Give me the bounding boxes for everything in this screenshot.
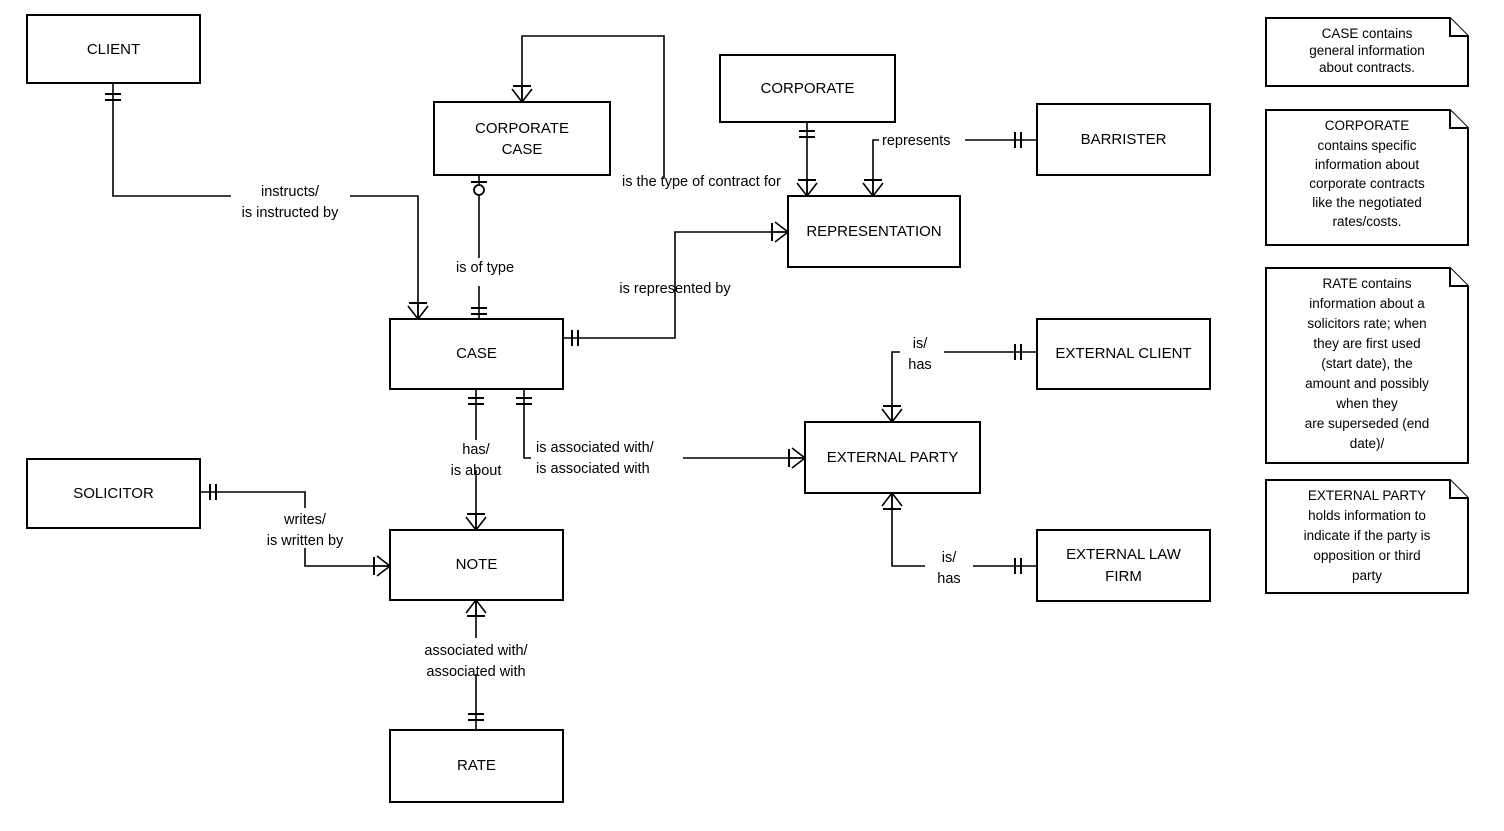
- rel-label-associated-with-line2: associated with: [426, 664, 525, 680]
- note-rate-line-2: solicitors rate; when: [1307, 316, 1426, 331]
- note-rate-line-6: when they: [1335, 396, 1398, 411]
- note-rate-line-4: (start date), the: [1321, 356, 1413, 371]
- er-diagram-canvas: CLIENT CORPORATE CASE CORPORATE BARRISTE…: [0, 0, 1504, 831]
- rel-label-ep-client-is-has-line1: is/: [913, 336, 928, 352]
- entities-layer: CLIENT CORPORATE CASE CORPORATE BARRISTE…: [26, 14, 1211, 803]
- entity-rate-label: RATE: [457, 757, 496, 774]
- note-external-party-line-2: indicate if the party is: [1304, 528, 1431, 543]
- entity-representation-label: REPRESENTATION: [806, 223, 941, 240]
- note-corporate-line-0: CORPORATE: [1325, 118, 1410, 133]
- entity-representation[interactable]: REPRESENTATION: [787, 195, 961, 268]
- entity-external-law-firm-label-line2: FIRM: [1105, 568, 1142, 585]
- entity-rate[interactable]: RATE: [389, 729, 564, 803]
- entity-note[interactable]: NOTE: [389, 529, 564, 601]
- note-rate[interactable]: RATE contains information about a solici…: [1265, 267, 1469, 464]
- note-case[interactable]: CASE contains general information about …: [1265, 17, 1469, 87]
- note-external-party-line-0: EXTERNAL PARTY: [1308, 488, 1426, 503]
- rel-label-instructs: instructs/ is instructed by: [242, 184, 339, 221]
- entity-external-client[interactable]: EXTERNAL CLIENT: [1036, 318, 1211, 390]
- entity-note-label: NOTE: [456, 556, 498, 573]
- entity-solicitor-label: SOLICITOR: [73, 485, 154, 502]
- entity-external-party[interactable]: EXTERNAL PARTY: [804, 421, 981, 494]
- entity-corporate-case-label-line2: CASE: [502, 141, 543, 158]
- entity-solicitor[interactable]: SOLICITOR: [26, 458, 201, 529]
- connector-externalparty-externallawfirm: [881, 492, 1037, 574]
- entity-barrister-label: BARRISTER: [1081, 131, 1167, 148]
- note-rate-line-1: information about a: [1309, 296, 1425, 311]
- rel-label-is-represented-by: is represented by: [619, 281, 731, 297]
- rel-label-writes-line1: writes/: [283, 512, 327, 528]
- rel-label-type-of-contract: is the type of contract for: [622, 174, 781, 190]
- note-external-party-line-3: opposition or third: [1313, 548, 1420, 563]
- entity-barrister[interactable]: BARRISTER: [1036, 103, 1211, 176]
- note-corporate-line-1: contains specific: [1317, 138, 1416, 153]
- rel-label-has-is-about: has/ is about: [451, 442, 502, 479]
- note-rate-text: RATE contains information about a solici…: [1305, 276, 1430, 451]
- entity-case-label: CASE: [456, 345, 497, 362]
- entity-corporate[interactable]: CORPORATE: [719, 54, 896, 123]
- note-external-party-line-4: party: [1352, 568, 1382, 583]
- rel-label-instructs-line1: instructs/: [261, 184, 320, 200]
- note-corporate-line-2: information about: [1315, 157, 1420, 172]
- note-corporate[interactable]: CORPORATE contains specific information …: [1265, 109, 1469, 246]
- connector-solicitor-note: [200, 484, 391, 577]
- rel-label-is-represented-by-line1: is represented by: [619, 281, 731, 297]
- rel-label-ep-client-is-has-line2: has: [908, 357, 931, 373]
- rel-label-ep-firm-is-has-line2: has: [937, 571, 960, 587]
- connector-externalparty-externalclient: [881, 344, 1037, 423]
- note-rate-line-7: are superseded (end: [1305, 416, 1430, 431]
- rel-label-represents: represents: [882, 133, 951, 149]
- entity-corporate-case-label-line1: CORPORATE: [475, 120, 569, 137]
- rel-label-is-of-type-line1: is of type: [456, 260, 514, 276]
- entity-corporate-label: CORPORATE: [761, 80, 855, 97]
- rel-label-writes: writes/ is written by: [267, 512, 344, 549]
- rel-label-represents-line1: represents: [882, 133, 951, 149]
- rel-label-instructs-line2: is instructed by: [242, 205, 339, 221]
- entity-corporate-case[interactable]: CORPORATE CASE: [433, 101, 611, 176]
- connector-corporatecase-istype: [471, 175, 487, 319]
- entity-external-law-firm-label-line1: EXTERNAL LAW: [1066, 546, 1182, 563]
- connector-corporate-down: [796, 122, 818, 197]
- rel-label-has-is-about-line2: is about: [451, 463, 502, 479]
- note-rate-line-5: amount and possibly: [1305, 376, 1429, 391]
- note-rate-line-3: they are first used: [1313, 336, 1420, 351]
- note-case-line-1: general information: [1309, 43, 1425, 58]
- notes-layer: CASE contains general information about …: [1265, 17, 1469, 594]
- er-diagram-svg: CLIENT CORPORATE CASE CORPORATE BARRISTE…: [26, 14, 1469, 803]
- note-corporate-line-3: corporate contracts: [1309, 176, 1425, 191]
- rel-label-is-associated-with: is associated with/ is associated with: [536, 440, 655, 477]
- entity-external-client-label: EXTERNAL CLIENT: [1055, 345, 1191, 362]
- rel-label-is-associated-with-line2: is associated with: [536, 461, 650, 477]
- note-corporate-line-4: like the negotiated: [1312, 195, 1422, 210]
- note-external-party-line-1: holds information to: [1308, 508, 1426, 523]
- rel-label-ep-client-is-has: is/ has: [908, 336, 931, 373]
- rel-label-is-of-type: is of type: [456, 260, 514, 276]
- rel-label-type-of-contract-line1: is the type of contract for: [622, 174, 781, 190]
- connector-client-case: [105, 83, 429, 320]
- rel-label-has-is-about-line1: has/: [462, 442, 490, 458]
- note-case-line-2: about contracts.: [1319, 60, 1415, 75]
- entity-client[interactable]: CLIENT: [26, 14, 201, 84]
- connector-case-externalparty: [516, 389, 806, 469]
- rel-label-ep-firm-is-has-line1: is/: [942, 550, 957, 566]
- entity-case[interactable]: CASE: [389, 318, 564, 390]
- entity-external-party-label: EXTERNAL PARTY: [827, 449, 958, 466]
- rel-label-associated-with: associated with/ associated with: [424, 643, 528, 680]
- entity-external-law-firm[interactable]: EXTERNAL LAW FIRM: [1036, 529, 1211, 602]
- note-case-line-0: CASE contains: [1322, 26, 1413, 41]
- connector-case-note: [465, 389, 487, 531]
- note-corporate-line-5: rates/costs.: [1332, 214, 1401, 229]
- note-case-text: CASE contains general information about …: [1309, 26, 1425, 75]
- entity-client-label: CLIENT: [87, 41, 140, 58]
- note-rate-line-0: RATE contains: [1322, 276, 1411, 291]
- note-rate-line-8: date)/: [1350, 436, 1385, 451]
- rel-label-writes-line2: is written by: [267, 533, 344, 549]
- rel-label-is-associated-with-line1: is associated with/: [536, 440, 655, 456]
- rel-label-associated-with-line1: associated with/: [424, 643, 528, 659]
- rel-label-ep-firm-is-has: is/ has: [937, 550, 960, 587]
- note-external-party[interactable]: EXTERNAL PARTY holds information to indi…: [1265, 479, 1469, 594]
